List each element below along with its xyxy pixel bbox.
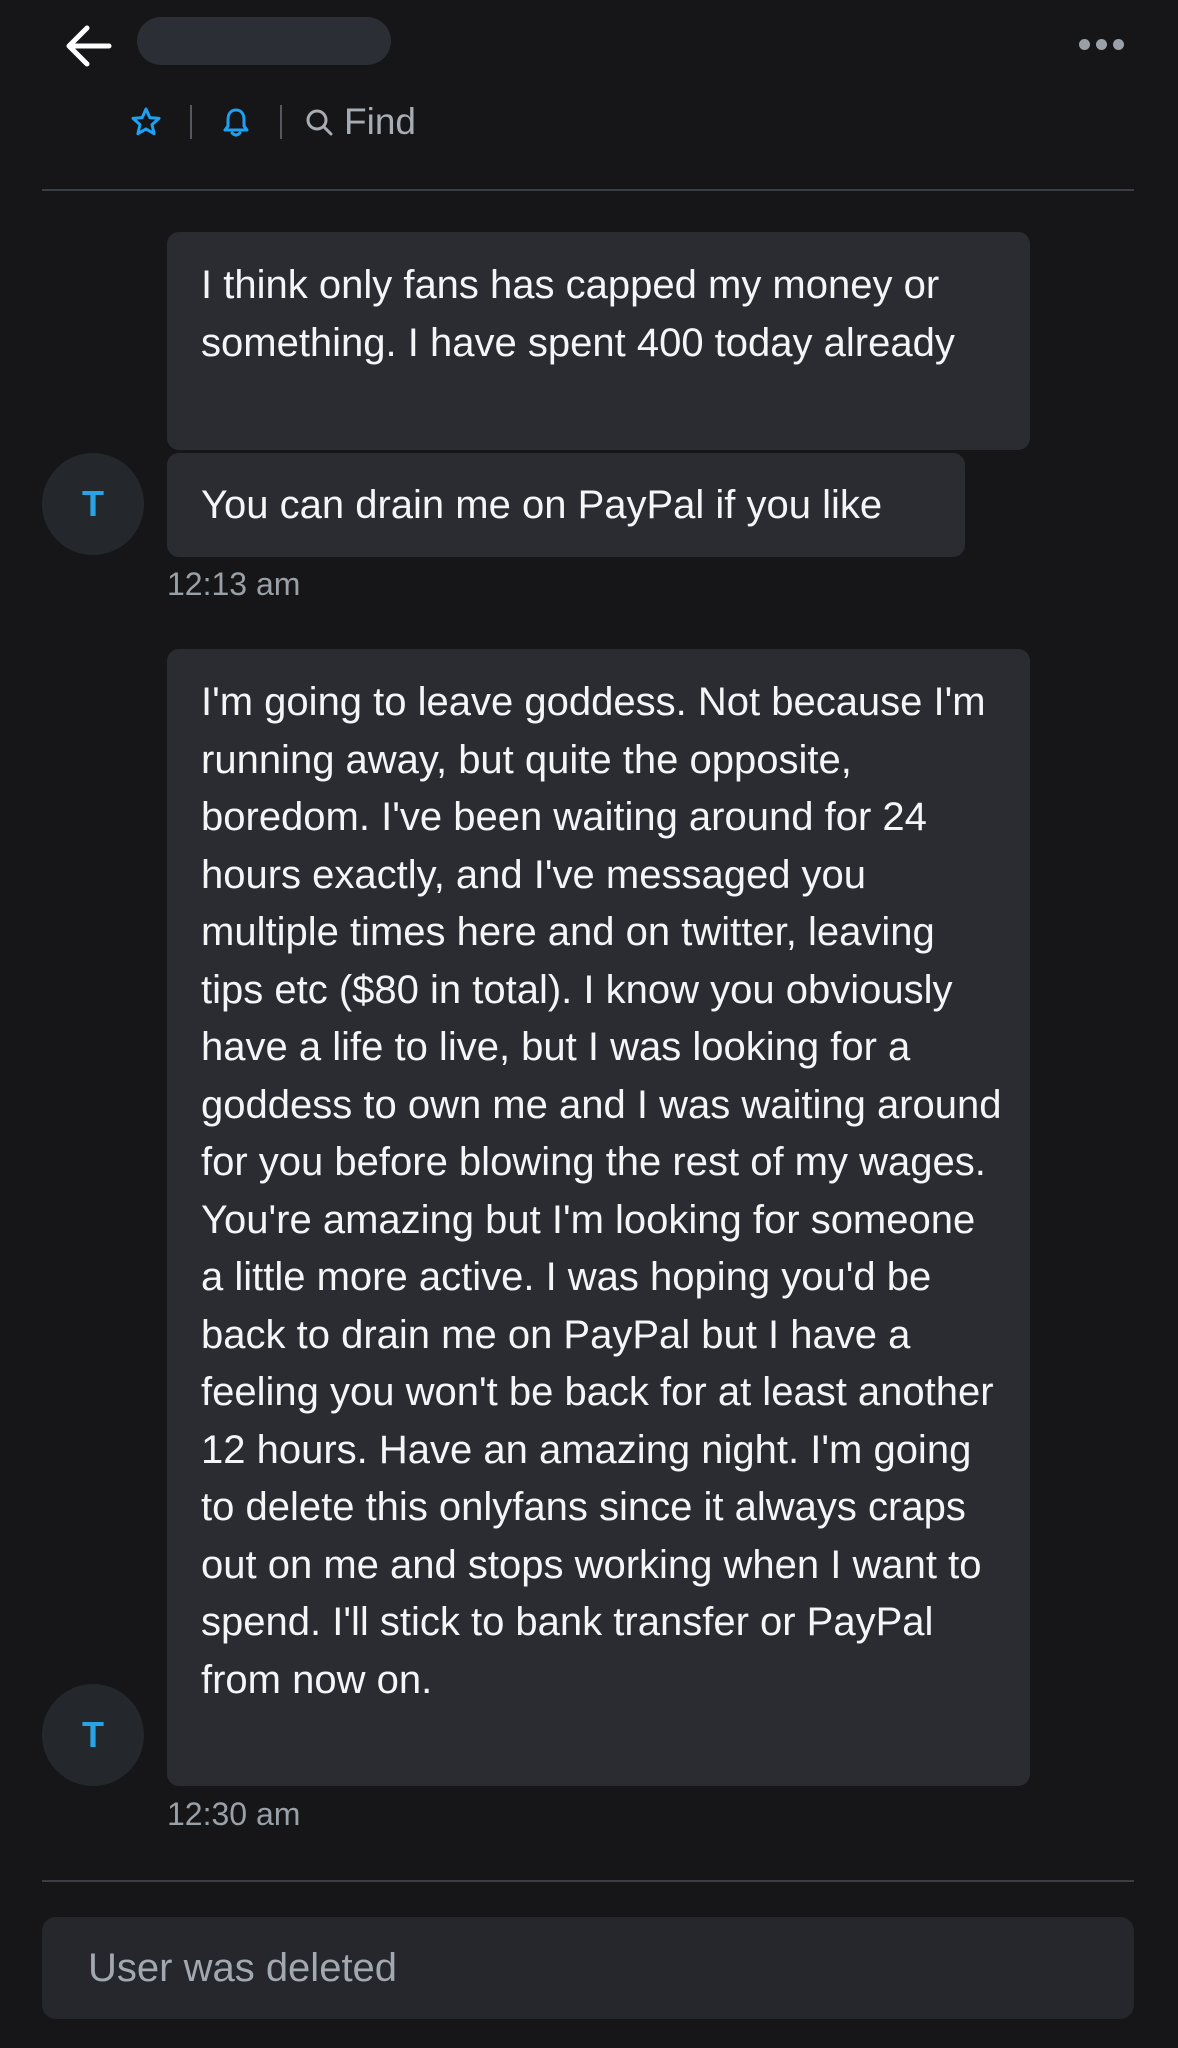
search-icon [306, 109, 333, 136]
message-composer-disabled: User was deleted [42, 1917, 1134, 2019]
message-timestamp: 12:30 am [167, 1796, 301, 1832]
message-bubble: I think only fans has capped my money or… [167, 232, 1030, 450]
find-button[interactable]: Find [304, 101, 416, 143]
header-divider [42, 189, 1134, 191]
find-label: Find [344, 101, 416, 142]
bell-icon [223, 108, 249, 137]
composer-status-text: User was deleted [88, 1945, 398, 1990]
notifications-button[interactable] [214, 100, 258, 144]
message-bubble: I'm going to leave goddess. Not because … [167, 649, 1030, 1786]
separator [280, 105, 282, 139]
avatar[interactable]: T [42, 453, 144, 555]
back-arrow-icon [66, 25, 112, 67]
chat-actions: Find [124, 96, 416, 148]
message-timestamp: 12:13 am [167, 566, 301, 602]
star-icon [131, 107, 161, 136]
more-dot [1112, 38, 1124, 50]
more-dot [1095, 38, 1107, 50]
avatar[interactable]: T [42, 1684, 144, 1786]
chat-name-redacted [137, 17, 391, 65]
more-options-button[interactable] [1066, 22, 1136, 66]
favorite-button[interactable] [124, 100, 168, 144]
composer-divider [42, 1880, 1134, 1882]
message-bubble: You can drain me on PayPal if you like [167, 453, 965, 557]
top-bar: Find [0, 0, 1178, 190]
separator [190, 105, 192, 139]
back-button[interactable] [52, 16, 124, 76]
more-dot [1078, 38, 1090, 50]
